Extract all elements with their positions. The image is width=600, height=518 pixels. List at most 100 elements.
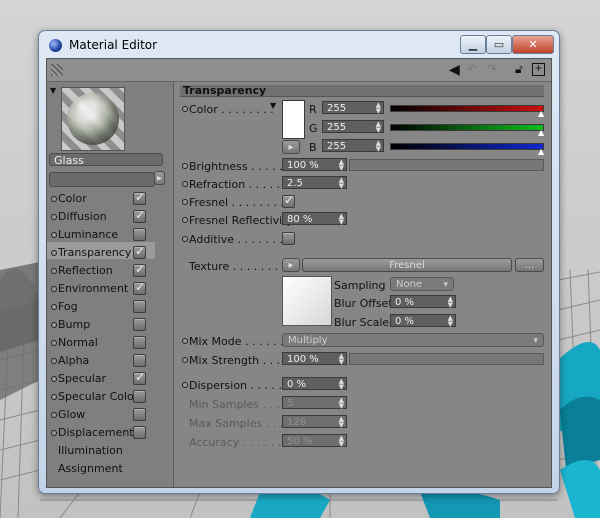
section-title: Transparency xyxy=(180,85,544,97)
channel-item-reflection[interactable]: Reflection xyxy=(47,262,173,277)
texture-shader-button[interactable]: Fresnel xyxy=(302,258,512,272)
channel-checkbox[interactable] xyxy=(133,408,146,421)
material-preview[interactable] xyxy=(61,87,125,151)
green-value-field[interactable]: 255 ▲ ▼ xyxy=(322,120,384,134)
material-layer-menu-button[interactable]: ▸ xyxy=(154,171,165,185)
max-samples-field[interactable]: 128 ▲ ▼ xyxy=(282,415,347,429)
channel-checkbox[interactable] xyxy=(133,208,146,223)
new-panel-icon[interactable]: + xyxy=(532,63,545,76)
close-button[interactable]: ✕ xyxy=(512,35,554,54)
dispersion-animate-dot[interactable] xyxy=(182,382,188,388)
back-arrow-icon[interactable]: ◀ xyxy=(449,62,460,78)
min-samples-label: Min Samples . . . . . xyxy=(189,398,294,411)
redo-icon[interactable]: ↷ xyxy=(487,62,497,76)
channel-item-diffusion[interactable]: Diffusion xyxy=(47,208,173,223)
mix-strength-field[interactable]: 100 % ▲ ▼ xyxy=(282,352,347,366)
refraction-animate-dot[interactable] xyxy=(182,181,188,187)
channel-checkbox[interactable] xyxy=(133,318,146,331)
material-layer-field[interactable] xyxy=(49,172,155,187)
extra-item-assignment[interactable]: Assignment xyxy=(58,462,123,475)
channel-item-glow[interactable]: Glow xyxy=(47,407,173,421)
min-samples-field[interactable]: 5 ▲ ▼ xyxy=(282,396,347,410)
channel-item-color[interactable]: Color xyxy=(47,190,173,205)
grip-icon[interactable] xyxy=(51,64,63,76)
fresnel-reflectivity-label: Fresnel Reflectivity xyxy=(189,214,294,227)
channel-item-displacement[interactable]: Displacement xyxy=(47,425,173,439)
channel-checkbox[interactable] xyxy=(133,300,146,313)
undo-icon[interactable]: ↶ xyxy=(467,62,477,76)
color-dropdown-icon[interactable]: ▼ xyxy=(270,101,276,110)
title-bar[interactable]: Material Editor ▁ ▭ ✕ xyxy=(39,31,559,57)
texture-menu-button[interactable]: ▸ xyxy=(282,258,300,272)
mix-strength-slider[interactable] xyxy=(349,353,544,365)
blur-scale-field[interactable]: 0 % ▲ ▼ xyxy=(390,314,456,328)
fresnel-checkbox[interactable] xyxy=(282,193,295,208)
brightness-animate-dot[interactable] xyxy=(182,163,188,169)
mix-strength-animate-dot[interactable] xyxy=(182,357,188,363)
red-value-field[interactable]: 255 ▲ ▼ xyxy=(322,101,384,115)
additive-checkbox[interactable] xyxy=(282,232,295,245)
material-name-field[interactable]: Glass xyxy=(49,153,163,167)
channel-label: Diffusion xyxy=(58,210,107,223)
texture-preview[interactable] xyxy=(282,276,332,326)
channel-item-environment[interactable]: Environment xyxy=(47,280,173,295)
collapse-arrow-icon[interactable]: ▼ xyxy=(50,86,56,95)
slider-handle-icon[interactable]: ▲ xyxy=(538,109,544,118)
accuracy-field[interactable]: 50 % ▲ ▼ xyxy=(282,434,347,448)
channel-dot-icon xyxy=(51,358,57,364)
channel-item-bump[interactable]: Bump xyxy=(47,317,173,331)
channel-checkbox[interactable] xyxy=(133,228,146,241)
channel-checkbox[interactable] xyxy=(133,390,146,403)
color-swatch[interactable] xyxy=(282,100,305,139)
blue-slider[interactable] xyxy=(390,143,544,150)
brightness-field[interactable]: 100 % ▲ ▼ xyxy=(282,158,347,172)
refraction-field[interactable]: 2.5 ▲ ▼ xyxy=(282,176,347,190)
mix-mode-select[interactable]: Multiply xyxy=(282,333,544,348)
green-slider[interactable] xyxy=(390,124,544,131)
fresnel-reflectivity-animate-dot[interactable] xyxy=(182,217,188,223)
channel-checkbox[interactable] xyxy=(133,280,146,295)
window-title: Material Editor xyxy=(69,38,158,52)
fresnel-reflectivity-field[interactable]: 80 % ▲ ▼ xyxy=(282,212,347,226)
channel-item-specular[interactable]: Specular xyxy=(47,370,173,385)
lock-icon[interactable]: 🔓︎ xyxy=(515,62,523,77)
color-picker-button[interactable]: ▸ xyxy=(282,140,300,154)
slider-handle-icon[interactable]: ▲ xyxy=(538,147,544,156)
slider-handle-icon[interactable]: ▲ xyxy=(538,128,544,137)
channel-checkbox[interactable] xyxy=(133,354,146,367)
channel-label: Glow xyxy=(58,408,86,421)
channel-item-specular-color[interactable]: Specular Color xyxy=(47,389,173,403)
channel-checkbox[interactable] xyxy=(133,370,146,385)
channel-label: Transparency xyxy=(58,246,132,259)
dispersion-field[interactable]: 0 % ▲ ▼ xyxy=(282,377,347,391)
channel-checkbox[interactable] xyxy=(133,262,146,277)
channel-checkbox[interactable] xyxy=(133,190,146,205)
channel-item-normal[interactable]: Normal xyxy=(47,335,173,349)
minimize-button[interactable]: ▁ xyxy=(460,35,486,54)
maximize-button[interactable]: ▭ xyxy=(486,35,512,54)
additive-animate-dot[interactable] xyxy=(182,236,188,242)
blur-offset-field[interactable]: 0 % ▲ ▼ xyxy=(390,295,456,309)
channel-item-luminance[interactable]: Luminance xyxy=(47,227,173,241)
channel-item-fog[interactable]: Fog xyxy=(47,299,173,313)
sampling-select[interactable]: None xyxy=(390,277,454,292)
texture-more-button[interactable]: ... xyxy=(515,258,544,272)
extra-item-illumination[interactable]: Illumination xyxy=(58,444,123,457)
mix-mode-animate-dot[interactable] xyxy=(182,338,188,344)
channel-checkbox[interactable] xyxy=(133,426,146,439)
channel-dot-icon xyxy=(51,430,57,436)
channel-item-transparency[interactable]: Transparency xyxy=(47,244,173,259)
channel-checkbox[interactable] xyxy=(133,336,146,349)
fresnel-animate-dot[interactable] xyxy=(182,199,188,205)
texture-label: Texture . . . . . . . . . xyxy=(189,260,293,273)
color-animate-dot[interactable] xyxy=(182,106,188,112)
channel-checkbox[interactable] xyxy=(133,244,146,259)
red-slider[interactable] xyxy=(390,105,544,112)
channel-dot-icon xyxy=(51,394,57,400)
mix-strength-label: Mix Strength . . . . xyxy=(189,354,288,367)
brightness-slider[interactable] xyxy=(349,159,544,171)
play-arrow-icon: ▸ xyxy=(288,260,294,271)
channel-item-alpha[interactable]: Alpha xyxy=(47,353,173,367)
blue-value-field[interactable]: 255 ▲ ▼ xyxy=(322,139,384,153)
fresnel-label: Fresnel . . . . . . . . . xyxy=(189,196,292,209)
